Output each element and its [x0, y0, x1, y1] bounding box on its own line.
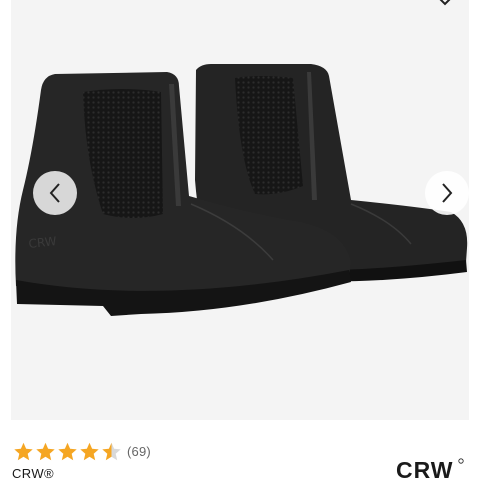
chevron-right-icon — [442, 183, 453, 203]
product-rating[interactable]: (69) — [13, 440, 151, 462]
brand-logo: CRW — [396, 457, 464, 480]
brand-name[interactable]: CRW® — [12, 466, 54, 480]
chevron-left-icon — [49, 183, 60, 203]
star-icon — [36, 442, 55, 460]
svg-text:CRW: CRW — [28, 234, 58, 251]
star-icon — [14, 442, 33, 460]
next-image-button[interactable] — [425, 171, 469, 215]
chevron-down-icon[interactable] — [435, 0, 455, 8]
star-half-icon — [102, 442, 121, 460]
svg-text:CRW: CRW — [396, 457, 454, 480]
previous-image-button[interactable] — [33, 171, 77, 215]
product-gallery[interactable]: CRW — [11, 0, 469, 420]
product-image: CRW — [15, 64, 468, 316]
product-page: CRW (69) CRW® CRW — [0, 0, 480, 480]
review-count[interactable]: (69) — [127, 444, 151, 459]
star-icon — [58, 442, 77, 460]
star-icon — [80, 442, 99, 460]
